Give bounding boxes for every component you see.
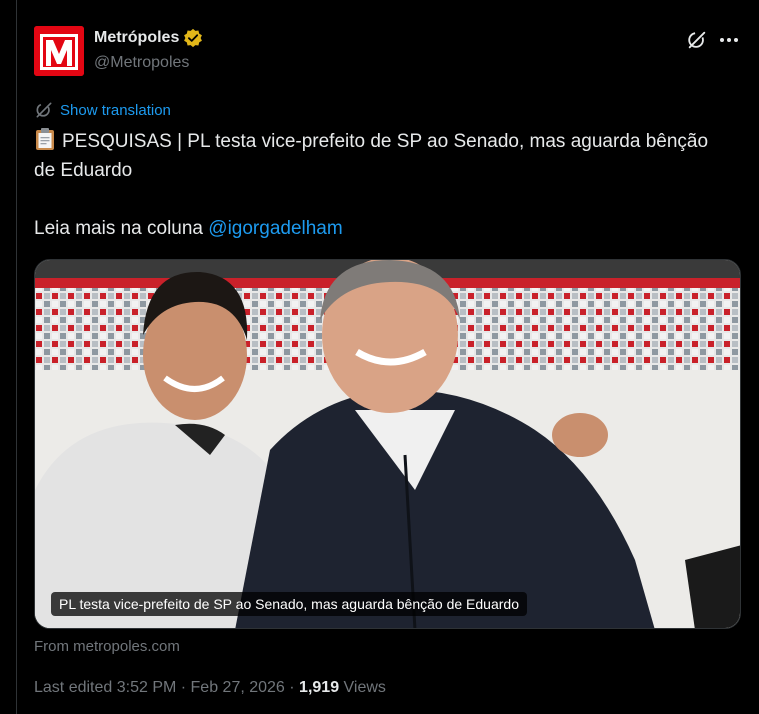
image-caption: PL testa vice-prefeito de SP ao Senado, … bbox=[51, 592, 527, 616]
grok-icon bbox=[688, 31, 706, 49]
tweet-headline: PESQUISAS | PL testa vice-prefeito de SP… bbox=[34, 131, 709, 181]
more-dots-icon bbox=[720, 38, 738, 42]
author-name[interactable]: Metrópoles bbox=[94, 28, 203, 48]
grok-button[interactable] bbox=[684, 27, 710, 53]
author-avatar[interactable] bbox=[34, 26, 84, 76]
edited-timestamp[interactable]: Last edited 3:52 PM · Feb 27, 2026 · bbox=[34, 679, 299, 696]
read-more-text: Leia mais na coluna bbox=[34, 218, 209, 239]
verified-badge-icon bbox=[183, 28, 203, 48]
views-count: 1,919 bbox=[299, 679, 340, 696]
translate-icon bbox=[36, 102, 52, 118]
mention-link[interactable]: @igorgadelham bbox=[208, 218, 342, 239]
author-handle[interactable]: @Metropoles bbox=[94, 54, 189, 72]
tweet-paragraph-2: Leia mais na coluna @igorgadelham bbox=[34, 214, 724, 243]
link-card-image[interactable]: PL testa vice-prefeito de SP ao Senado, … bbox=[34, 259, 741, 629]
show-translation-link[interactable]: Show translation bbox=[34, 100, 171, 120]
metropoles-logo-icon bbox=[34, 26, 84, 76]
tweet-paragraph-1: PESQUISAS | PL testa vice-prefeito de SP… bbox=[34, 127, 724, 185]
tweet-text: PESQUISAS | PL testa vice-prefeito de SP… bbox=[34, 127, 724, 243]
clipboard-icon bbox=[34, 127, 56, 151]
more-options-button[interactable] bbox=[716, 27, 742, 53]
author-name-text: Metrópoles bbox=[94, 29, 180, 46]
tweet-meta: Last edited 3:52 PM · Feb 27, 2026 · 1,9… bbox=[34, 679, 386, 697]
source-link[interactable]: From metropoles.com bbox=[34, 638, 180, 655]
show-translation-label: Show translation bbox=[60, 101, 171, 119]
news-photo bbox=[35, 260, 740, 628]
views-label: Views bbox=[339, 679, 386, 696]
